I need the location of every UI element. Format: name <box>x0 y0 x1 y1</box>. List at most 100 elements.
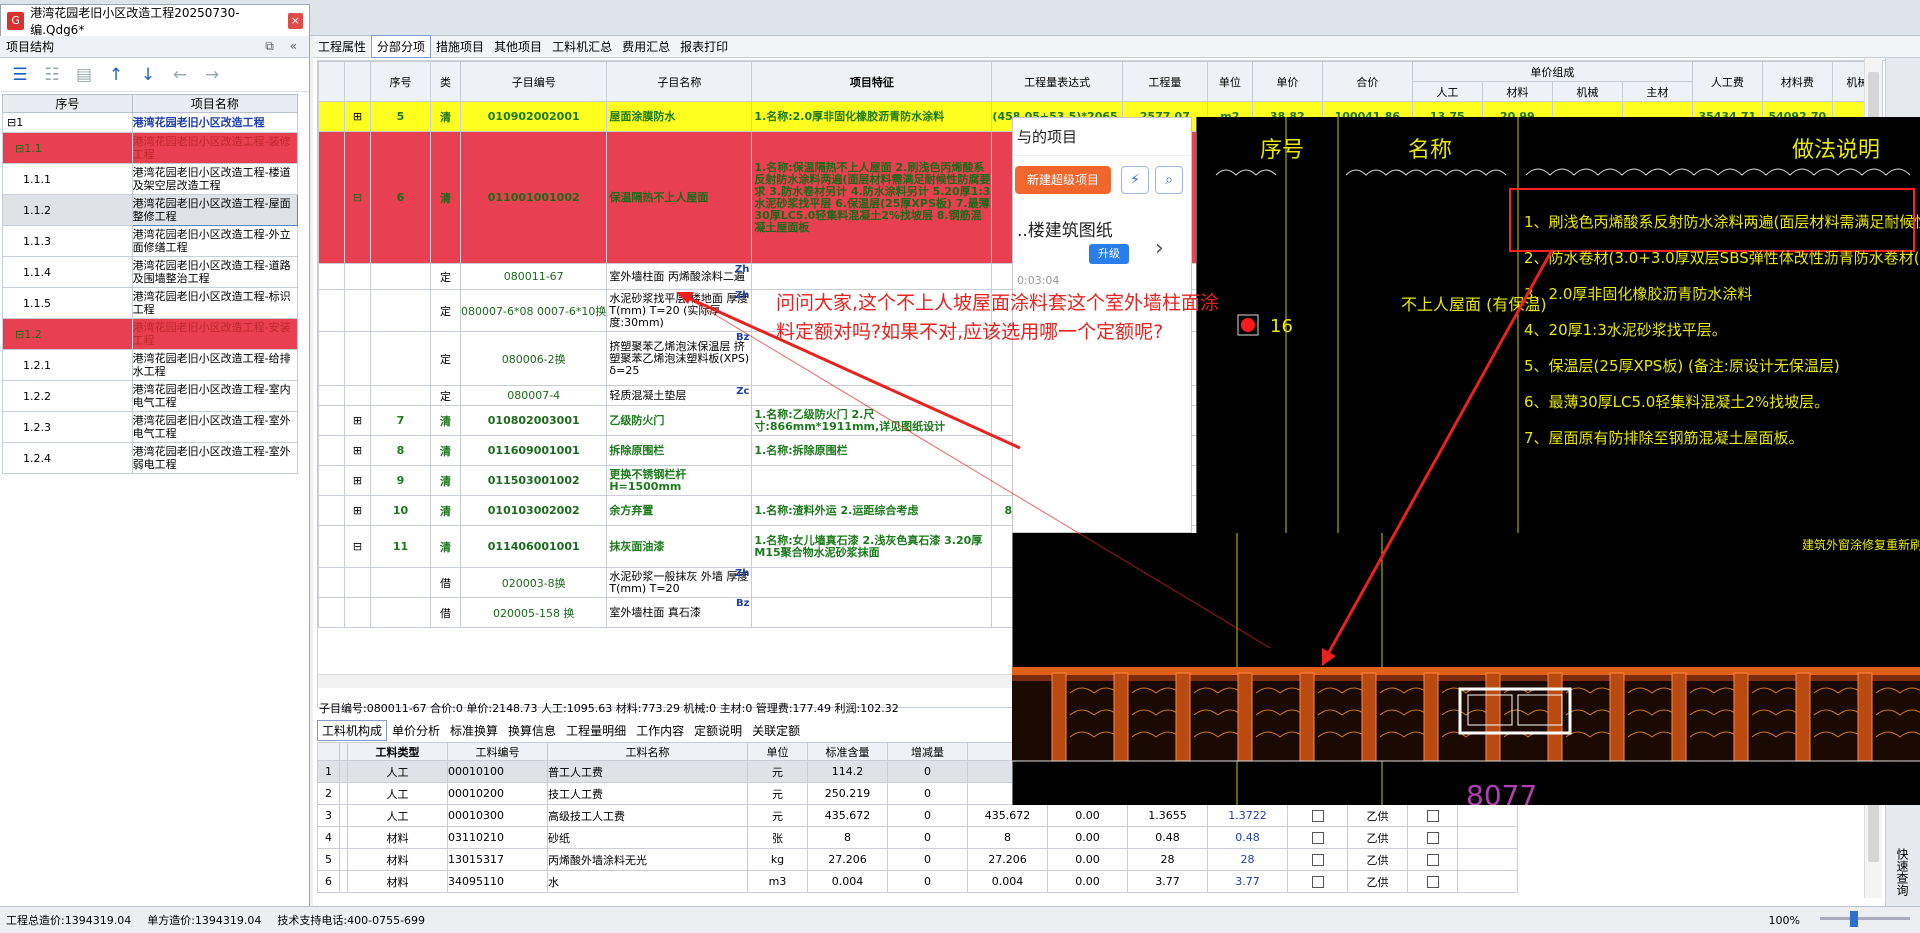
row-type: 清 <box>430 465 461 496</box>
menu-tab[interactable]: 分部分项 <box>371 35 432 58</box>
tree-row[interactable]: ⊟1.1 港湾花园老旧小区改造工程-装修工程 <box>2 132 299 164</box>
menu-tab[interactable]: 费用汇总 <box>617 38 675 55</box>
resource-row[interactable]: 5 材料 13015317 丙烯酸外墙涂料无光 kg 27.206 0 27.206 0.00 2… <box>317 848 1518 871</box>
checkbox[interactable] <box>1311 832 1324 844</box>
tree-row[interactable]: ⊟1.2 港湾花园老旧小区改造工程-安装工程 <box>2 318 299 350</box>
lower-col-delta: 增减量 <box>887 742 968 761</box>
tree-row[interactable]: 1.1.5 港湾花园老旧小区改造工程-标识工程 <box>2 287 299 319</box>
detail-tab[interactable]: 定额说明 <box>689 722 747 739</box>
resource-adjust: 0.00 <box>1047 826 1128 849</box>
expand-toggle[interactable]: ⊞ <box>344 405 371 436</box>
resource-extra <box>1457 848 1518 871</box>
detail-tab[interactable]: 关联定额 <box>747 722 805 739</box>
expand-toggle[interactable]: ⊟ <box>344 131 371 264</box>
expand-all-icon[interactable]: ☰ <box>10 65 30 85</box>
tree-row[interactable]: 1.2.2 港湾花园老旧小区改造工程-室内电气工程 <box>2 380 299 412</box>
resource-check-a[interactable] <box>1287 826 1348 849</box>
upgrade-badge[interactable]: 升级 <box>1089 244 1129 264</box>
tree-row[interactable]: 1.2.1 港湾花园老旧小区改造工程-给排水工程 <box>2 349 299 381</box>
checkbox[interactable] <box>1311 854 1324 866</box>
zoom-slider-handle[interactable] <box>1850 911 1858 927</box>
expand-toggle[interactable] <box>344 597 371 628</box>
detail-tab[interactable]: 工料机构成 <box>317 719 388 741</box>
horizontal-scrollbar[interactable] <box>318 674 1018 688</box>
move-up-icon[interactable]: ↑ <box>106 65 126 85</box>
checkbox[interactable] <box>1426 854 1439 866</box>
document-tab[interactable]: G 港湾花园老旧小区改造工程20250730-编.Qdg6* × <box>0 4 310 37</box>
resource-row[interactable]: 4 材料 03110210 砂纸张 8 0 8 0.00 0.48 0.48 乙供 <box>317 826 1518 849</box>
expand-toggle[interactable]: ⊟ <box>344 525 371 568</box>
expand-toggle[interactable]: ⊞ <box>344 101 371 132</box>
menu-tab[interactable]: 工程属性 <box>313 38 371 55</box>
resource-row[interactable]: 6 材料 34095110 水 m3 0.004 0 0.004 0.00 3.77 3.77 乙供 <box>317 870 1518 893</box>
move-left-icon[interactable]: ← <box>170 65 190 85</box>
tree-row[interactable]: ⊟1 港湾花园老旧小区改造工程 <box>2 112 299 133</box>
collapse-icon[interactable]: ☷ <box>42 65 62 85</box>
resource-check-a[interactable] <box>1287 804 1348 827</box>
detail-tab[interactable]: 单价分析 <box>387 722 445 739</box>
expand-toggle[interactable] <box>344 385 371 406</box>
detail-tab[interactable]: 工程量明细 <box>561 722 631 739</box>
sync-icon[interactable]: ⚡ <box>1121 166 1149 194</box>
checkbox[interactable] <box>1311 876 1324 888</box>
resource-check-a[interactable] <box>1287 870 1348 893</box>
tree-row[interactable]: 1.2.4 港湾花园老旧小区改造工程-室外弱电工程 <box>2 442 299 474</box>
resource-supply: 乙供 <box>1347 804 1408 827</box>
checkbox[interactable] <box>1426 832 1439 844</box>
detail-tab[interactable]: 工作内容 <box>631 722 689 739</box>
row-no <box>370 567 431 598</box>
quick-search-tab[interactable]: 快速查询 <box>1894 848 1911 896</box>
move-right-icon[interactable]: → <box>202 65 222 85</box>
close-icon[interactable]: × <box>287 12 303 29</box>
menu-tab[interactable]: 措施项目 <box>431 38 489 55</box>
lower-col-unit: 单位 <box>747 742 808 761</box>
expand-toggle[interactable]: ⊞ <box>344 495 371 526</box>
expand-toggle[interactable] <box>344 567 371 598</box>
checkbox[interactable] <box>1311 810 1324 822</box>
tree-row-number: 1.2.2 <box>23 389 51 403</box>
list-icon[interactable]: ▤ <box>74 65 94 85</box>
menu-tab[interactable]: 报表打印 <box>675 38 733 55</box>
tree-col-no: 序号 <box>2 94 133 113</box>
resource-delta: 0 <box>887 870 968 893</box>
col-material-fee: 材料费 <box>1761 61 1833 102</box>
resource-check-b[interactable] <box>1407 826 1458 849</box>
resource-check-b[interactable] <box>1407 870 1458 893</box>
tree-collapse-icon[interactable]: ⊟ <box>7 116 16 129</box>
expand-toggle[interactable] <box>344 289 371 332</box>
expand-toggle[interactable]: ⊞ <box>344 465 371 496</box>
checkbox[interactable] <box>1426 810 1439 822</box>
tree-row[interactable]: 1.1.3 港湾花园老旧小区改造工程-外立面修缮工程 <box>2 225 299 257</box>
expand-toggle[interactable]: ⊞ <box>344 435 371 466</box>
row-code: 010103002002 <box>459 495 608 526</box>
detail-tab[interactable]: 换算信息 <box>503 722 561 739</box>
move-down-icon[interactable]: ↓ <box>138 65 158 85</box>
detail-tab[interactable]: 标准换算 <box>445 722 503 739</box>
resource-check-a[interactable] <box>1287 848 1348 871</box>
menu-tab[interactable]: 工料机汇总 <box>547 38 617 55</box>
resource-check-b[interactable] <box>1407 848 1458 871</box>
tree-row-name: 港湾花园老旧小区改造工程-安装工程 <box>131 318 299 350</box>
chevron-right-icon[interactable]: › <box>1155 236 1164 261</box>
tree-row[interactable]: 1.1.4 港湾花园老旧小区改造工程-道路及围墙整治工程 <box>2 256 299 288</box>
resource-kind: 人工 <box>347 804 448 827</box>
new-super-project-button[interactable]: 新建超级项目 <box>1015 166 1111 194</box>
zoom-level[interactable]: 100% <box>1769 914 1800 927</box>
expand-toggle[interactable] <box>344 331 371 386</box>
menu-tab[interactable]: 其他项目 <box>489 38 547 55</box>
checkbox[interactable] <box>1426 876 1439 888</box>
tree-row[interactable]: 1.1.2 港湾花园老旧小区改造工程-屋面整修工程 <box>2 194 299 226</box>
resource-delta: 0 <box>887 848 968 871</box>
drawing-item-name[interactable]: ..楼建筑图纸 <box>1017 216 1113 241</box>
resource-check-b[interactable] <box>1407 804 1458 827</box>
resource-unit: m3 <box>747 870 808 893</box>
tree-collapse-icon[interactable]: ⊟ <box>15 142 24 155</box>
expand-toggle[interactable] <box>344 263 371 290</box>
zoom-slider[interactable] <box>1820 917 1910 920</box>
search-icon[interactable]: ⌕ <box>1155 166 1183 194</box>
resource-row[interactable]: 3 人工 00010300 高级技工人工费元 435.672 0 435.672 0.00 1.… <box>317 804 1518 827</box>
panel-controls-icon[interactable]: ⧉ « <box>265 39 303 54</box>
tree-collapse-icon[interactable]: ⊟ <box>15 328 24 341</box>
tree-row[interactable]: 1.1.1 港湾花园老旧小区改造工程-楼道及架空层改造工程 <box>2 163 299 195</box>
tree-row[interactable]: 1.2.3 港湾花园老旧小区改造工程-室外电气工程 <box>2 411 299 443</box>
